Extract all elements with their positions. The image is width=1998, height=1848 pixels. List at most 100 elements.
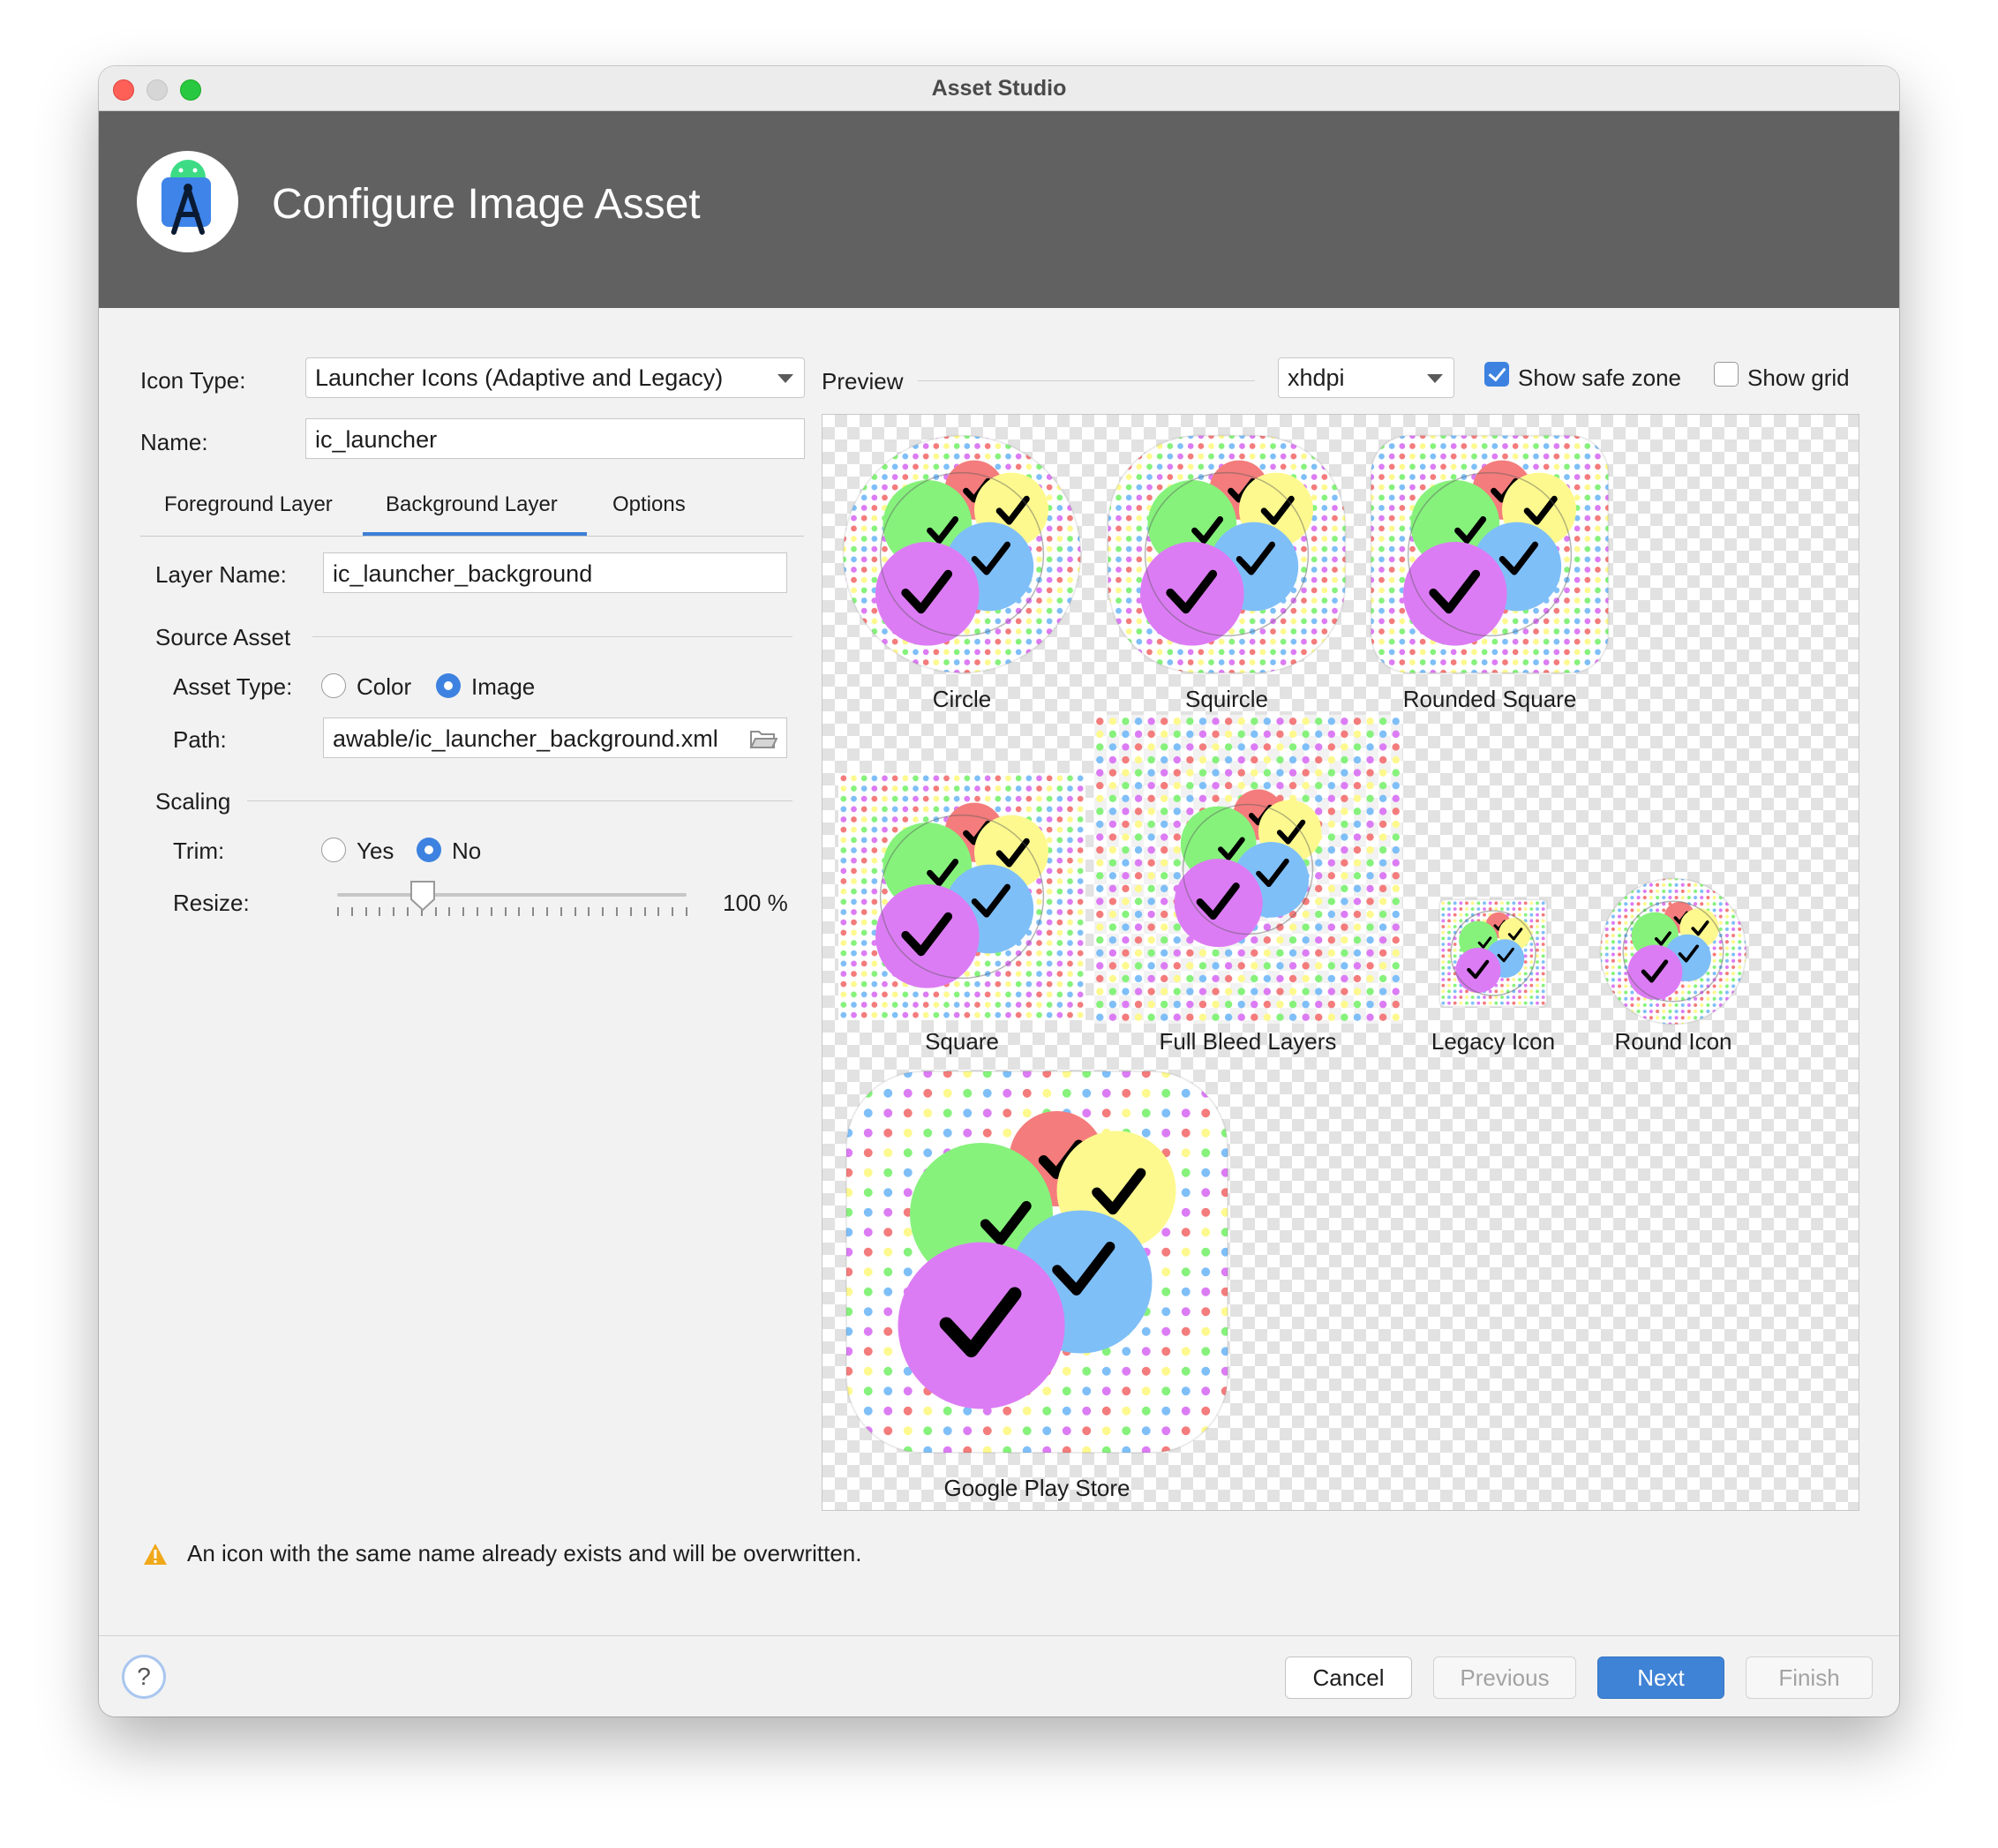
google-play-store-icon-preview bbox=[845, 1070, 1228, 1454]
rounded-square-caption: Rounded Square bbox=[1402, 686, 1577, 712]
asset-type-color-radio[interactable] bbox=[321, 673, 346, 698]
show-grid-checkbox[interactable] bbox=[1714, 362, 1739, 387]
preview-divider bbox=[918, 380, 1255, 381]
slider-tick bbox=[337, 907, 339, 916]
tab-foreground-layer[interactable]: Foreground Layer bbox=[164, 492, 333, 517]
tab-background-layer[interactable]: Background Layer bbox=[386, 492, 558, 517]
slider-tick bbox=[379, 907, 381, 916]
chevron-down-icon bbox=[1427, 374, 1443, 383]
square-icon-preview bbox=[838, 773, 1085, 1020]
full-bleed-layers-preview bbox=[1093, 715, 1402, 1024]
icon-type-label: Icon Type: bbox=[140, 367, 246, 394]
slider-tick bbox=[602, 907, 605, 916]
trim-no-radio[interactable] bbox=[417, 838, 441, 862]
tab-divider bbox=[140, 536, 804, 537]
slider-tick bbox=[629, 907, 632, 916]
previous-button[interactable]: Previous bbox=[1433, 1656, 1576, 1699]
source-asset-heading: Source Asset bbox=[155, 624, 291, 650]
slider-tick bbox=[477, 907, 478, 916]
squircle-caption: Squircle bbox=[1185, 686, 1268, 712]
slider-tick bbox=[504, 907, 507, 916]
section-divider bbox=[247, 800, 792, 801]
resize-slider-thumb[interactable] bbox=[409, 880, 436, 912]
density-value: xhdpi bbox=[1288, 364, 1345, 391]
rounded-square-icon-preview bbox=[1370, 434, 1610, 674]
resize-slider-track[interactable] bbox=[337, 893, 687, 897]
slider-tick bbox=[643, 907, 646, 916]
next-button[interactable]: Next bbox=[1597, 1656, 1724, 1699]
slider-tick bbox=[588, 907, 590, 916]
name-label: Name: bbox=[140, 429, 208, 455]
section-divider bbox=[312, 636, 792, 637]
help-icon[interactable]: ? bbox=[122, 1655, 166, 1699]
preview-panel: Circle Squircle Rounded Square Square Fu… bbox=[822, 414, 1859, 1511]
square-caption: Square bbox=[925, 1028, 999, 1055]
title-bar: Asset Studio bbox=[99, 66, 1899, 111]
asset-type-image-radio[interactable] bbox=[436, 673, 461, 698]
slider-tick bbox=[518, 907, 521, 916]
asset-type-color-label: Color bbox=[357, 673, 412, 700]
asset-type-image-label: Image bbox=[471, 673, 536, 700]
slider-tick bbox=[616, 907, 618, 916]
slider-tick bbox=[532, 907, 535, 916]
scaling-heading: Scaling bbox=[155, 788, 231, 815]
finish-button[interactable]: Finish bbox=[1746, 1656, 1873, 1699]
show-safe-zone-checkbox[interactable] bbox=[1484, 362, 1509, 387]
path-label: Path: bbox=[173, 726, 227, 753]
footer-divider bbox=[99, 1635, 1899, 1636]
android-studio-icon bbox=[137, 151, 238, 252]
circle-icon-preview bbox=[842, 434, 1082, 674]
circle-caption: Circle bbox=[932, 686, 992, 712]
chevron-down-icon bbox=[777, 374, 793, 383]
name-input[interactable]: ic_launcher bbox=[305, 418, 805, 459]
slider-tick bbox=[560, 907, 562, 916]
resize-label: Resize: bbox=[173, 890, 250, 916]
window-title: Asset Studio bbox=[931, 76, 1067, 101]
preview-label: Preview bbox=[822, 368, 904, 394]
asset-studio-window: Asset Studio Configure Image Asset Icon … bbox=[99, 66, 1899, 1717]
round-icon-preview bbox=[1599, 877, 1747, 1025]
slider-tick bbox=[350, 907, 353, 916]
warning-message: An icon with the same name already exist… bbox=[187, 1540, 862, 1566]
squircle-icon-preview bbox=[1107, 434, 1347, 674]
slider-tick bbox=[393, 907, 395, 916]
density-dropdown[interactable]: xhdpi bbox=[1278, 357, 1454, 398]
resize-slider-ticks bbox=[337, 907, 687, 918]
layer-name-input[interactable]: ic_launcher_background bbox=[323, 552, 787, 593]
legacy-icon-preview bbox=[1438, 898, 1548, 1008]
show-safe-zone-label: Show safe zone bbox=[1518, 364, 1682, 391]
full-bleed-caption: Full Bleed Layers bbox=[1159, 1028, 1337, 1055]
google-play-store-caption: Google Play Store bbox=[943, 1475, 1130, 1501]
slider-tick bbox=[672, 907, 674, 916]
resize-value: 100 % bbox=[723, 890, 788, 916]
folder-icon[interactable] bbox=[749, 728, 777, 749]
warning-icon bbox=[144, 1544, 167, 1565]
icon-type-dropdown[interactable]: Launcher Icons (Adaptive and Legacy) bbox=[305, 357, 805, 398]
legacy-caption: Legacy Icon bbox=[1431, 1028, 1556, 1055]
trim-yes-radio[interactable] bbox=[321, 838, 346, 862]
tab-options[interactable]: Options bbox=[612, 492, 686, 517]
slider-tick bbox=[686, 907, 687, 916]
page-title: Configure Image Asset bbox=[272, 181, 701, 228]
slider-tick bbox=[490, 907, 492, 916]
help-label: ? bbox=[137, 1663, 151, 1690]
trim-label: Trim: bbox=[173, 838, 225, 864]
slider-tick bbox=[364, 907, 367, 916]
path-input[interactable]: awable/ic_launcher_background.xml bbox=[323, 717, 787, 758]
asset-type-label: Asset Type: bbox=[173, 673, 293, 700]
selected-tab-indicator bbox=[363, 532, 587, 536]
slider-tick bbox=[407, 907, 409, 916]
slider-tick bbox=[448, 907, 451, 916]
cancel-button[interactable]: Cancel bbox=[1285, 1656, 1412, 1699]
show-grid-label: Show grid bbox=[1747, 364, 1850, 391]
round-caption: Round Icon bbox=[1614, 1028, 1732, 1055]
slider-tick bbox=[462, 907, 465, 916]
trim-yes-label: Yes bbox=[357, 838, 394, 864]
path-value: awable/ic_launcher_background.xml bbox=[333, 725, 718, 752]
wizard-header: Configure Image Asset bbox=[99, 111, 1899, 308]
slider-tick bbox=[657, 907, 660, 916]
trim-no-label: No bbox=[452, 838, 482, 864]
slider-tick bbox=[546, 907, 548, 916]
icon-type-value: Launcher Icons (Adaptive and Legacy) bbox=[315, 364, 724, 391]
layer-name-label: Layer Name: bbox=[155, 561, 287, 588]
